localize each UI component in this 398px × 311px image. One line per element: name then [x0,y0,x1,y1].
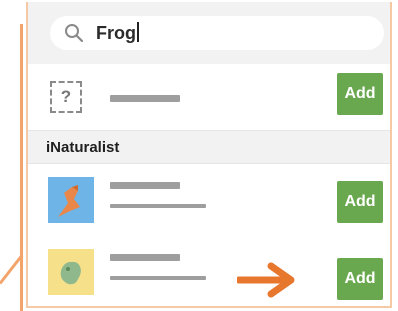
search-icon [65,24,84,43]
add-button[interactable]: Add [337,73,383,115]
species-name-placeholder [110,254,180,261]
arrow-right-icon [237,262,295,298]
search-area: Frog [28,2,390,64]
search-query-text: Frog [96,22,139,44]
section-title: iNaturalist [46,139,120,156]
result-row: Add [28,238,390,306]
section-header: iNaturalist [28,130,390,164]
callout-line-left [20,24,23,311]
text-caret [137,22,139,42]
unknown-species-icon: ? [50,81,82,113]
question-mark-glyph: ? [60,87,72,106]
frog-thumbnail-icon [48,249,94,295]
species-name-placeholder [110,95,180,102]
species-name-placeholder [110,182,180,189]
species-subtitle-placeholder [110,204,206,208]
result-row: Add [28,166,390,236]
add-button[interactable]: Add [337,258,383,300]
search-input[interactable]: Frog [50,16,384,50]
species-subtitle-placeholder [110,276,206,280]
unknown-species-row: ? Add [28,64,390,130]
bird-thumbnail-icon [48,177,94,223]
add-button[interactable]: Add [337,181,383,223]
species-search-panel: Frog ? Add iNaturalist Add Add [26,2,392,308]
